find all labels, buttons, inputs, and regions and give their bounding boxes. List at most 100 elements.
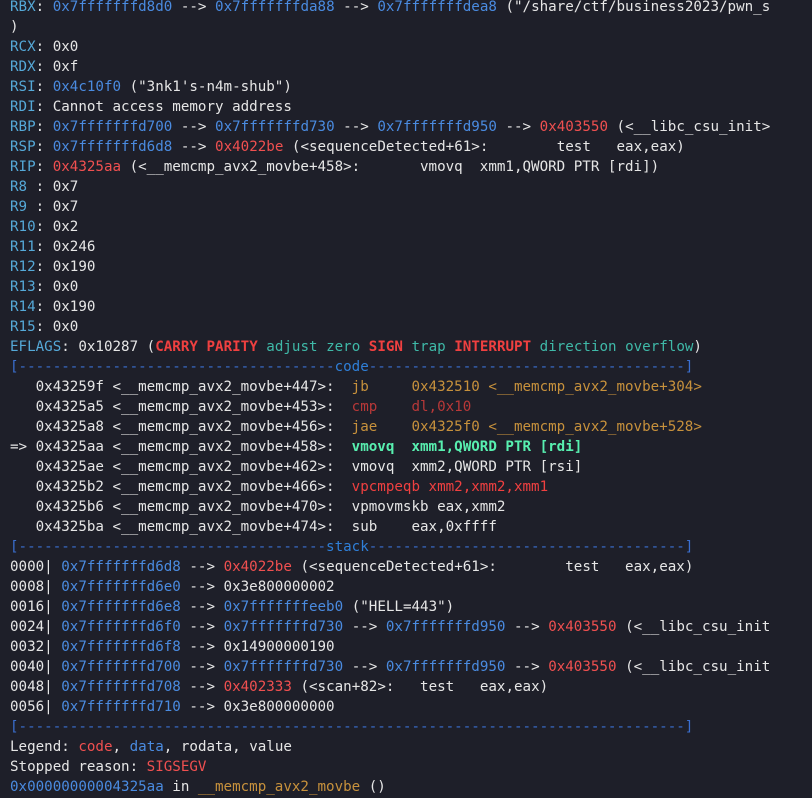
terminal-line: 0x00000000004325aa in __memcmp_avx2_movb… [10, 777, 812, 797]
terminal-text-segment: 0x4325b6 <__memcmp_avx2_movbe+470>: vpmo… [10, 499, 506, 515]
terminal-text-segment: Stopped reason: [10, 759, 147, 775]
terminal-text-segment: 0x4325aa [52, 159, 122, 175]
terminal-text-segment: : 0x0 [35, 319, 79, 335]
terminal-text-segment: 0x7fffffffd730 [223, 619, 344, 635]
terminal-text-segment: 0x43259f <__memcmp_avx2_movbe+447>: [10, 379, 352, 395]
terminal-text-segment: 0x4022be [223, 559, 292, 575]
terminal-text-segment: R14 [10, 299, 36, 315]
terminal-line: RSP: 0x7fffffffd6d8 --> 0x4022be (<seque… [10, 137, 812, 157]
terminal-text-segment: Legend: [10, 739, 79, 755]
terminal-text-segment: --> [343, 619, 386, 635]
terminal-text-segment: --> [496, 119, 540, 135]
terminal-text-segment: R8 [10, 179, 36, 195]
terminal-text-segment: RDI [10, 99, 36, 115]
terminal-text-segment: 0x7fffffffd950 [385, 659, 506, 675]
terminal-text-segment: direction [539, 339, 617, 355]
terminal-text-segment: --> [334, 119, 378, 135]
terminal-text-segment: CARRY [155, 339, 198, 355]
terminal-text-segment: 0x403550 [539, 119, 608, 135]
terminal-line: RSI: 0x4c10f0 ("3nk1's-n4m-shub") [10, 77, 812, 97]
terminal-line: 0056| 0x7fffffffd710 --> 0x3e800000000 [10, 697, 812, 717]
terminal-text-segment: cmp dl,0x10 [351, 399, 472, 415]
terminal-text-segment: 0x7fffffffd700 [52, 119, 173, 135]
terminal-text-segment: 0x7fffffffd710 [61, 699, 181, 715]
terminal-text-segment: 0032| [10, 639, 62, 655]
terminal-text-segment: --> [180, 599, 224, 615]
terminal-text-segment: 0x7fffffffd6f8 [61, 639, 181, 655]
terminal-text-segment: INTERRUPT [454, 339, 532, 355]
terminal-text-segment: 0x403550 [548, 619, 617, 635]
terminal-text-segment: --> [343, 659, 386, 675]
terminal-text-segment: ("HELL=443") [343, 599, 455, 615]
terminal-text-segment: => 0x4325aa <__memcmp_avx2_movbe+458>: [10, 439, 352, 455]
terminal-text-segment: 0x7fffffffd950 [385, 619, 506, 635]
terminal-text-segment: 0048| [10, 679, 62, 695]
terminal-text-segment: jb 0x432510 <__memcmp_avx2_movbe+304> [351, 379, 702, 395]
terminal-text-segment: --> [505, 619, 549, 635]
terminal-text-segment: RBX [10, 0, 36, 15]
terminal-text-segment: R13 [10, 279, 36, 295]
terminal-text-segment: ) [693, 339, 702, 355]
terminal-line: EFLAGS: 0x10287 (CARRY PARITY adjust zer… [10, 337, 812, 357]
terminal-text-segment: 0x4c10f0 [52, 79, 122, 95]
terminal-text-segment: () [360, 779, 386, 795]
terminal-text-segment: , [112, 739, 130, 755]
terminal-text-segment: stack [326, 539, 369, 555]
terminal-line: Stopped reason: SIGSEGV [10, 757, 812, 777]
terminal-text-segment: (<__memcmp_avx2_movbe+458>: vmovq xmm1,Q… [121, 159, 660, 175]
terminal-text-segment: 0040| [10, 659, 62, 675]
terminal-text-segment: RIP [10, 159, 36, 175]
terminal-line: RIP: 0x4325aa (<__memcmp_avx2_movbe+458>… [10, 157, 812, 177]
terminal-text-segment: RCX [10, 39, 36, 55]
terminal-text-segment: 0016| [10, 599, 62, 615]
terminal-line: 0016| 0x7fffffffd6e8 --> 0x7fffffffeeb0 … [10, 597, 812, 617]
terminal-text-segment: 0x4325b2 <__memcmp_avx2_movbe+466>: [10, 479, 352, 495]
terminal-line: R14: 0x190 [10, 297, 812, 317]
terminal-line: [---------------------------------------… [10, 717, 812, 737]
terminal-text-segment: 0x00000000004325aa [10, 779, 164, 795]
terminal-text-segment: code [334, 359, 369, 375]
terminal-text-segment: adjust [266, 339, 318, 355]
terminal-text-segment: 0x4325ae <__memcmp_avx2_movbe+462>: vmov… [10, 459, 583, 475]
terminal-line: 0008| 0x7fffffffd6e0 --> 0x3e800000002 [10, 577, 812, 597]
terminal-text-segment: --> [334, 0, 378, 15]
terminal-text-segment: code [78, 739, 113, 755]
terminal-line: 0048| 0x7fffffffd708 --> 0x402333 (<scan… [10, 677, 812, 697]
terminal-text-segment: 0x4325a5 <__memcmp_avx2_movbe+453>: [10, 399, 352, 415]
terminal-text-segment: 0x402333 [223, 679, 292, 695]
terminal-text-segment: (<sequenceDetected+61>: test eax,eax) [291, 559, 694, 575]
terminal-text-segment: SIGN [368, 339, 403, 355]
terminal-text-segment: 0x7fffffffd6d8 [61, 559, 181, 575]
terminal-text-segment: in [163, 779, 198, 795]
terminal-text-segment: R9 [10, 199, 36, 215]
terminal-line: RDI: Cannot access memory address [10, 97, 812, 117]
terminal-text-segment: 0x403550 [548, 659, 617, 675]
terminal-text-segment: --> [172, 119, 216, 135]
terminal-text-segment: 0x7fffffffd730 [223, 659, 344, 675]
terminal-text-segment: : [35, 119, 53, 135]
terminal-line: 0040| 0x7fffffffd700 --> 0x7fffffffd730 … [10, 657, 812, 677]
terminal-line: R15: 0x0 [10, 317, 812, 337]
terminal-text-segment: trap [411, 339, 446, 355]
terminal-text-segment: 0x4325ba <__memcmp_avx2_movbe+474>: sub … [10, 519, 497, 535]
terminal-text-segment: --> 0x3e800000000 [180, 699, 335, 715]
terminal-text-segment: ("3nk1's-n4m-shub") [121, 79, 292, 95]
terminal-line: RCX: 0x0 [10, 37, 812, 57]
terminal-line: 0x4325b2 <__memcmp_avx2_movbe+466>: vpcm… [10, 477, 812, 497]
terminal-text-segment: --> [172, 139, 216, 155]
terminal-text-segment: --> [180, 679, 224, 695]
terminal-line: 0024| 0x7fffffffd6f0 --> 0x7fffffffd730 … [10, 617, 812, 637]
terminal-text-segment: : 0x190 [35, 259, 96, 275]
terminal-text-segment: RBP [10, 119, 36, 135]
terminal-line: RDX: 0xf [10, 57, 812, 77]
terminal-text-segment: 0x7fffffffd6e8 [61, 599, 181, 615]
terminal-text-segment: R15 [10, 319, 36, 335]
terminal-text-segment: ("/share/ctf/business2023/pwn_s [496, 0, 771, 15]
terminal-text-segment: value [249, 739, 292, 755]
terminal-text-segment: 0x7fffffffd730 [215, 119, 335, 135]
terminal-text-segment: 0x7fffffffd6d8 [52, 139, 173, 155]
